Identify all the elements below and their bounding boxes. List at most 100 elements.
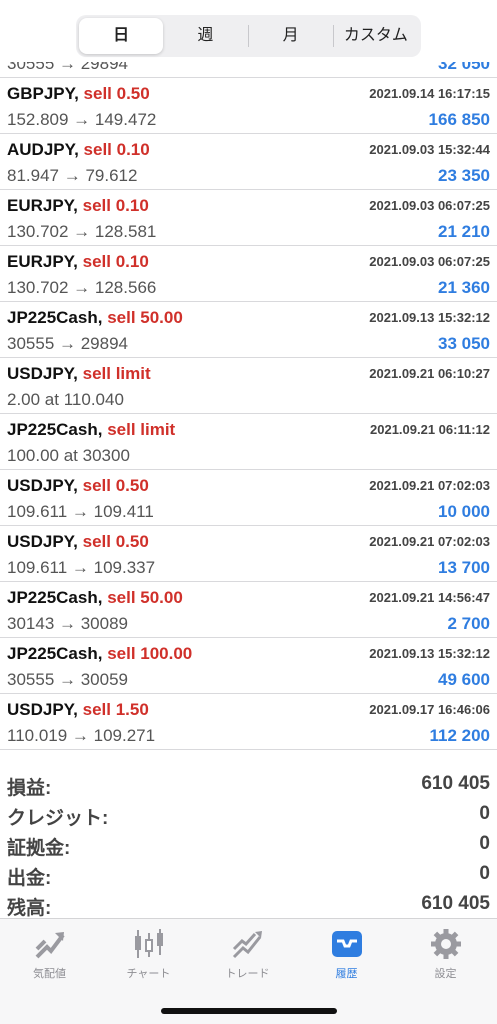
symbol-label: USDJPY, <box>7 476 78 495</box>
chart-icon <box>134 929 163 958</box>
tab-label: 気配値 <box>33 968 66 980</box>
price-range: 109.611 → 109.337 <box>7 558 156 577</box>
history-icon <box>331 931 362 957</box>
tab-day[interactable]: 日 <box>79 18 164 54</box>
action-label: sell 1.50 <box>82 700 149 719</box>
trade-title: AUDJPY, sell 0.10 <box>7 140 150 160</box>
trade-title: JP225Cash, sell 50.00 <box>7 588 183 608</box>
timestamp: 2021.09.13 15:32:12 <box>369 646 490 661</box>
settings-icon <box>430 929 461 959</box>
tab-history[interactable]: 履歴 <box>297 927 396 981</box>
price-range: 30143 → 30089 <box>7 614 128 633</box>
summary-value: 0 <box>479 803 490 824</box>
list-item[interactable]: GBPJPY, sell 0.50 2021.09.14 16:17:15 152.… <box>0 78 497 134</box>
timestamp: 2021.09.21 07:02:03 <box>369 478 490 493</box>
tab-quotes[interactable]: 気配値 <box>0 927 99 981</box>
summary-row: 残高: 610 405 <box>0 890 497 920</box>
trade-title: JP225Cash, sell 50.00 <box>7 308 183 328</box>
timestamp: 2021.09.13 15:32:12 <box>369 310 490 325</box>
profit-value: 23 350 <box>438 166 490 185</box>
timestamp: 2021.09.21 14:56:47 <box>369 590 490 605</box>
summary-value: 0 <box>479 863 490 884</box>
profit-value: 49 600 <box>438 670 490 689</box>
list-item[interactable]: EURJPY, sell 0.10 2021.09.03 06:07:25 130.… <box>0 190 497 246</box>
home-indicator <box>161 1008 337 1014</box>
symbol-label: EURJPY, <box>7 196 78 215</box>
trade-title: EURJPY, sell 0.10 <box>7 196 149 216</box>
timestamp: 2021.09.03 06:07:25 <box>369 254 490 269</box>
list-item[interactable]: USDJPY, sell 0.50 2021.09.21 07:02:03 109.… <box>0 470 497 526</box>
summary-value: 610 405 <box>421 773 490 794</box>
price-range: 30555 → 29894 <box>7 334 128 353</box>
tab-label: 履歴 <box>335 968 358 980</box>
symbol-label: GBPJPY, <box>7 84 79 103</box>
timestamp: 2021.09.21 06:10:27 <box>369 366 490 381</box>
tab-trade[interactable]: トレード <box>198 927 297 981</box>
profit-value: 21 360 <box>438 278 490 297</box>
price-range: 130.702 → 128.581 <box>7 222 157 241</box>
summary-label: 出金: <box>7 868 52 889</box>
timestamp: 2021.09.21 07:02:03 <box>369 534 490 549</box>
period-selector-bar: 日 週 月 カスタム <box>0 0 497 62</box>
action-label: sell 0.10 <box>83 140 150 159</box>
trade-title: JP225Cash, sell limit <box>7 420 175 440</box>
symbol-label: USDJPY, <box>7 700 78 719</box>
profit-value: 10 000 <box>438 502 490 521</box>
summary-value: 610 405 <box>421 893 490 914</box>
profit-value: 2 700 <box>447 614 490 633</box>
summary-value: 0 <box>479 833 490 854</box>
symbol-label: USDJPY, <box>7 532 78 551</box>
profit-value: 112 200 <box>429 726 490 745</box>
profit-value: 166 850 <box>428 110 490 129</box>
tab-label: チャート <box>126 968 171 980</box>
action-label: sell 50.00 <box>107 588 183 607</box>
timestamp: 2021.09.03 15:32:44 <box>369 142 490 157</box>
price-range: 30555 → 30059 <box>7 670 128 689</box>
summary-label: 証拠金: <box>7 838 71 859</box>
list-item[interactable]: JP225Cash, sell limit 2021.09.21 06:11:12… <box>0 414 497 470</box>
trade-icon <box>232 931 262 959</box>
list-item[interactable]: EURJPY, sell 0.10 2021.09.03 06:07:25 130.… <box>0 246 497 302</box>
price-range: 100.00 at 30300 <box>7 446 130 465</box>
tab-month[interactable]: 月 <box>249 18 333 54</box>
symbol-label: JP225Cash, <box>7 588 103 607</box>
symbol-label: JP225Cash, <box>7 308 103 327</box>
trade-title: USDJPY, sell 1.50 <box>7 700 149 720</box>
price-range: 152.809 → 149.472 <box>7 110 157 129</box>
tab-custom[interactable]: カスタム <box>334 18 418 54</box>
timestamp: 2021.09.14 16:17:15 <box>369 86 490 101</box>
history-list: 30555 → 29894 32 050 GBPJPY, sell 0.50 20… <box>0 40 497 750</box>
tab-label: トレード <box>225 968 270 980</box>
list-item[interactable]: USDJPY, sell limit 2021.09.21 06:10:27 2.0… <box>0 358 497 414</box>
action-label: sell limit <box>82 364 151 383</box>
tab-week[interactable]: 週 <box>163 18 247 54</box>
price-range: 130.702 → 128.566 <box>7 278 157 297</box>
tab-settings[interactable]: 設定 <box>396 927 495 981</box>
list-item[interactable]: JP225Cash, sell 100.00 2021.09.13 15:32:1… <box>0 638 497 694</box>
list-item[interactable]: USDJPY, sell 1.50 2021.09.17 16:46:06 110.… <box>0 694 497 750</box>
summary-row: 損益: 610 405 <box>0 770 497 800</box>
trade-title: USDJPY, sell 0.50 <box>7 476 149 496</box>
tab-label: 設定 <box>434 968 457 980</box>
timestamp: 2021.09.03 06:07:25 <box>369 198 490 213</box>
list-item[interactable]: USDJPY, sell 0.50 2021.09.21 07:02:03 109.… <box>0 526 497 582</box>
action-label: sell 0.10 <box>82 196 149 215</box>
symbol-label: AUDJPY, <box>7 140 79 159</box>
list-item[interactable]: JP225Cash, sell 50.00 2021.09.21 14:56:47… <box>0 582 497 638</box>
tab-chart[interactable]: チャート <box>99 927 198 981</box>
summary-label: クレジット: <box>7 808 109 829</box>
price-range: 81.947 → 79.612 <box>7 166 138 185</box>
timestamp: 2021.09.21 06:11:12 <box>370 422 490 437</box>
trade-title: EURJPY, sell 0.10 <box>7 252 149 272</box>
trade-title: GBPJPY, sell 0.50 <box>7 84 150 104</box>
action-label: sell 0.50 <box>82 476 149 495</box>
symbol-label: EURJPY, <box>7 252 78 271</box>
profit-value: 13 700 <box>438 558 490 577</box>
action-label: sell 0.50 <box>83 84 150 103</box>
list-item[interactable]: AUDJPY, sell 0.10 2021.09.03 15:32:44 81.9… <box>0 134 497 190</box>
action-label: sell 50.00 <box>107 308 183 327</box>
period-segmented-control: 日 週 月 カスタム <box>76 15 421 57</box>
list-item[interactable]: JP225Cash, sell 50.00 2021.09.13 15:32:12… <box>0 302 497 358</box>
symbol-label: JP225Cash, <box>7 420 103 439</box>
trade-title: JP225Cash, sell 100.00 <box>7 644 192 664</box>
